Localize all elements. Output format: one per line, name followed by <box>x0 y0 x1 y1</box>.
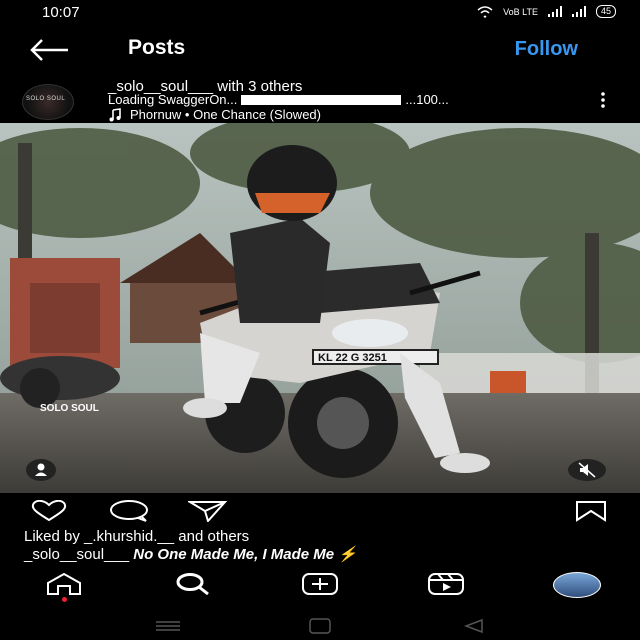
caption-username[interactable]: _solo__soul___ <box>24 546 129 563</box>
system-home-icon[interactable] <box>309 618 331 634</box>
comment-icon[interactable] <box>108 500 150 522</box>
post-caption: _solo__soul___ No One Made Me, I Made Me… <box>24 545 357 563</box>
reels-icon[interactable] <box>426 573 466 595</box>
music-title: Phornuw • One Chance (Slowed) <box>130 107 321 122</box>
avatar-label: SOLO SOUL <box>26 96 66 102</box>
post-photo[interactable]: KL 22 G 3251 SOLO SOUL <box>0 123 640 493</box>
liked-by-text: Liked by _.khurshid.__ and others <box>24 528 249 545</box>
status-icons: VoB LTE 45 <box>477 5 616 18</box>
system-menu-icon[interactable] <box>156 621 180 631</box>
watermark-text: SOLO SOUL <box>40 403 99 414</box>
music-info[interactable]: Phornuw • One Chance (Slowed) <box>108 107 321 122</box>
liked-by-prefix: Liked by <box>24 528 80 545</box>
bookmark-icon[interactable] <box>574 500 608 522</box>
share-icon[interactable] <box>188 500 228 522</box>
wifi-icon <box>477 5 493 18</box>
search-icon[interactable] <box>172 573 212 595</box>
create-icon[interactable] <box>300 573 340 595</box>
loading-bar <box>241 94 402 105</box>
more-icon[interactable] <box>600 92 606 108</box>
music-note-icon <box>109 107 121 121</box>
tag-user-icon <box>35 463 47 476</box>
caption-start: Loading SwaggerOn... <box>108 92 238 107</box>
status-bar: 10:07 VoB LTE 45 <box>0 0 640 26</box>
caption-text: No One Made Me, I Made Me ⚡ <box>133 546 357 563</box>
heart-icon[interactable] <box>28 500 70 522</box>
signal-icon <box>547 6 562 17</box>
avatar[interactable] <box>22 84 74 120</box>
follow-button[interactable]: Follow <box>515 38 578 61</box>
page-title: Posts <box>128 36 186 59</box>
profile-icon[interactable] <box>553 572 601 598</box>
tag-user-button[interactable] <box>26 459 56 481</box>
back-arrow-icon[interactable] <box>28 38 72 62</box>
signal-icon-2 <box>571 6 586 17</box>
home-icon[interactable] <box>44 573 84 595</box>
network-label: VoB LTE <box>503 6 538 17</box>
bottom-nav <box>0 563 640 613</box>
caption-end: ...100... <box>405 92 449 107</box>
mute-icon <box>578 462 596 478</box>
license-plate: KL 22 G 3251 <box>318 352 387 364</box>
system-nav-bar <box>156 618 483 634</box>
mute-button[interactable] <box>568 459 606 481</box>
post-subtitle: Loading SwaggerOn... ...100... <box>108 92 449 107</box>
status-time: 10:07 <box>42 4 80 21</box>
battery-icon: 45 <box>595 5 616 18</box>
liked-by-suffix: and others <box>178 528 250 545</box>
photo-illustration: KL 22 G 3251 SOLO SOUL <box>0 123 640 493</box>
system-back-icon[interactable] <box>463 618 483 634</box>
liked-by-user[interactable]: _.khurshid.__ <box>84 528 174 545</box>
notification-dot <box>62 597 67 602</box>
